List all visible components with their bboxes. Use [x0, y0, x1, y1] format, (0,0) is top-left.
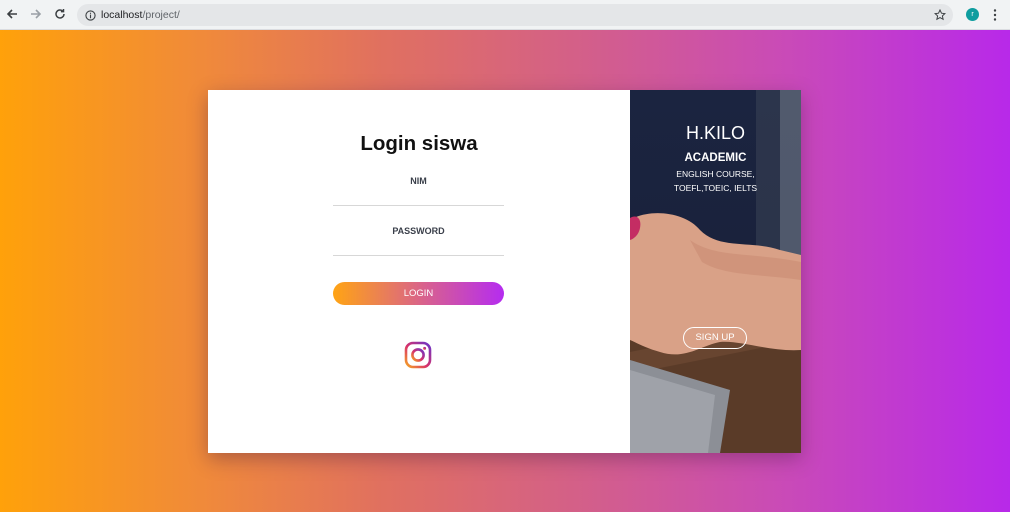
page-background: Login siswa LOGIN [0, 30, 1010, 512]
nim-field [333, 170, 504, 206]
hand-laptop-photo [630, 90, 801, 453]
back-button[interactable] [3, 5, 21, 23]
signup-button[interactable]: SIGN UP [683, 327, 747, 349]
login-button[interactable]: LOGIN [333, 282, 504, 305]
course-line-1: ENGLISH COURSE, [676, 169, 755, 179]
browser-toolbar: localhost/project/ r [0, 0, 1010, 30]
url-path: /project/ [142, 9, 180, 21]
password-input[interactable] [333, 224, 504, 238]
browser-menu-button[interactable] [989, 7, 1001, 23]
forward-button[interactable] [27, 5, 45, 23]
bookmark-star-icon[interactable] [933, 8, 947, 22]
reload-icon [55, 9, 65, 19]
profile-avatar[interactable]: r [966, 8, 979, 21]
promo-panel: H.KILO ACADEMIC ENGLISH COURSE, TOEFL,TO… [630, 90, 801, 453]
nim-input[interactable] [333, 174, 504, 188]
brand-name: H.KILO [685, 123, 746, 143]
url-host: localhost [101, 9, 143, 21]
brand-subtitle: ACADEMIC [684, 152, 747, 164]
course-list: ENGLISH COURSE, TOEFL,TOEIC, IELTS [630, 167, 801, 195]
login-title: Login siswa [360, 132, 478, 155]
arrow-right-icon [31, 9, 42, 19]
login-card: Login siswa LOGIN [208, 90, 801, 453]
site-info-icon[interactable] [83, 8, 97, 22]
password-field [333, 220, 504, 256]
more-vertical-icon [993, 9, 997, 21]
login-panel: Login siswa LOGIN [208, 90, 630, 453]
url-text: localhost/project/ [101, 8, 180, 22]
course-line-2: TOEFL,TOEIC, IELTS [673, 183, 758, 193]
instagram-icon[interactable] [404, 341, 432, 369]
reload-button[interactable] [51, 5, 69, 23]
arrow-left-icon [6, 9, 17, 19]
address-bar[interactable]: localhost/project/ [77, 4, 953, 26]
